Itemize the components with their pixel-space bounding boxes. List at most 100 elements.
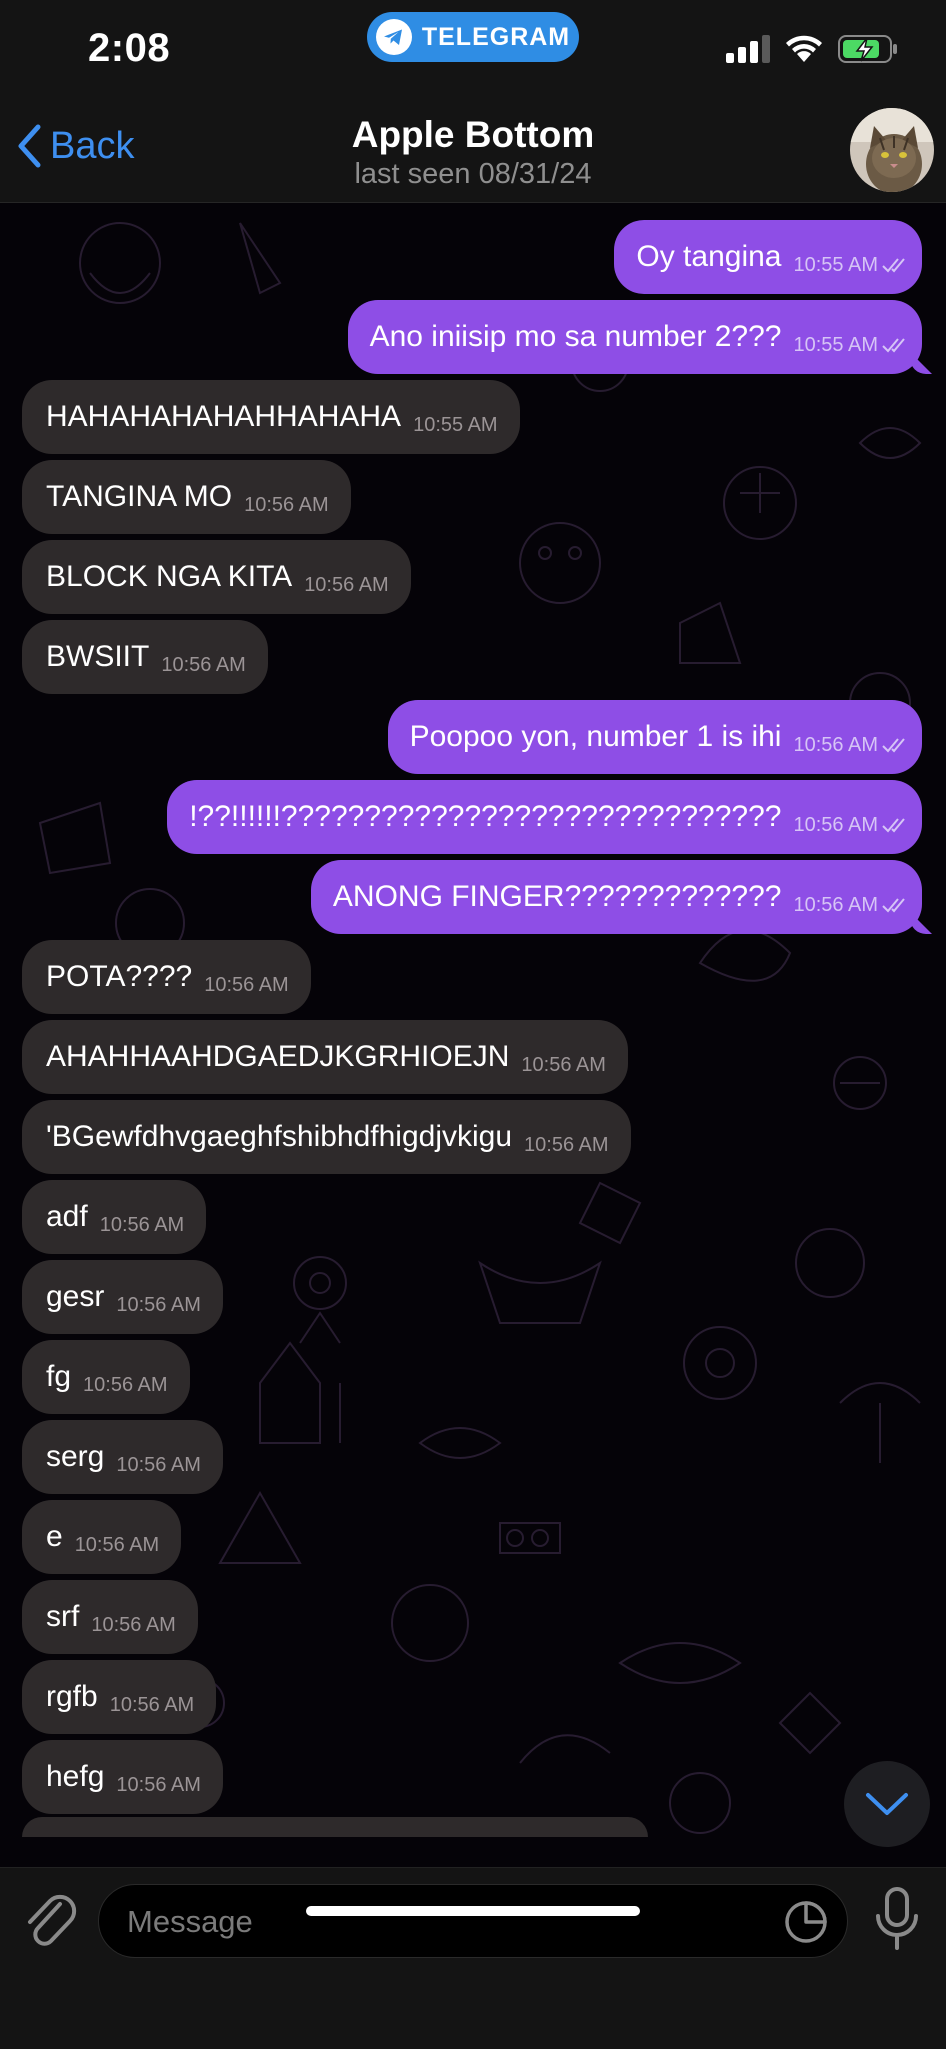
message-time: 10:56 AM [99, 1213, 185, 1236]
outgoing-message[interactable]: Oy tangina 10:55 AM [614, 220, 922, 294]
incoming-message[interactable]: gesr 10:56 AM [22, 1260, 223, 1334]
message-text: Oy tangina [636, 240, 782, 273]
message-text: hefg [46, 1760, 105, 1793]
message-row: serg 10:56 AM [0, 1417, 946, 1497]
outgoing-message[interactable]: ANONG FINGER????????????? 10:56 AM [310, 860, 922, 934]
wifi-icon [786, 35, 822, 62]
message-text: BLOCK NGA KITA [46, 560, 293, 593]
incoming-message[interactable]: fg 10:56 AM [22, 1340, 190, 1414]
chevron-down-icon [866, 1793, 908, 1815]
message-time: 10:55 AM [793, 333, 878, 356]
message-text: fg [46, 1360, 72, 1393]
message-time: 10:56 AM [161, 653, 246, 676]
double-check-icon [882, 818, 905, 833]
message-time: 10:56 AM [244, 493, 329, 516]
incoming-message[interactable]: POTA???? 10:56 AM [22, 940, 311, 1014]
message-text: HAHAHAHAHAHHAHAHA [46, 400, 402, 433]
incoming-message[interactable]: TANGINA MO 10:56 AM [22, 460, 351, 534]
double-check-icon [882, 338, 905, 353]
battery-charging-icon [838, 35, 897, 63]
message-row: 'BGewfdhvgaeghfshibhdfhigdjvkigu 10:56 A… [0, 1097, 946, 1177]
sticker-icon[interactable] [783, 1899, 829, 1945]
incoming-message[interactable]: BWSIIT 10:56 AM [22, 620, 268, 694]
message-row: POTA???? 10:56 AM [0, 937, 946, 1017]
message-row: BWSIIT 10:56 AM [0, 617, 946, 697]
outgoing-message[interactable]: Poopoo yon, number 1 is ihi 10:56 AM [387, 700, 922, 774]
message-input[interactable] [125, 1885, 769, 1959]
telegram-badge[interactable]: TELEGRAM [367, 12, 579, 62]
telegram-badge-label: TELEGRAM [421, 22, 571, 51]
message-row: fg 10:56 AM [0, 1337, 946, 1417]
message-input-field[interactable] [98, 1884, 848, 1959]
message-time: 10:55 AM [793, 253, 878, 276]
status-time: 2:08 [88, 26, 171, 70]
incoming-message[interactable]: e 10:56 AM [22, 1500, 182, 1574]
home-indicator[interactable] [306, 1906, 640, 1916]
paperclip-icon[interactable] [22, 1890, 78, 1950]
scroll-to-bottom-button[interactable] [844, 1761, 930, 1847]
chat-area[interactable]: Oy tangina 10:55 AM Ano iniisip mo sa nu… [0, 203, 946, 1867]
chat-title[interactable]: Apple Bottom [0, 114, 946, 156]
message-row: TANGINA MO 10:56 AM [0, 457, 946, 537]
message-text: AHAHHAAHDGAEDJKGRHIOEJN [46, 1040, 510, 1073]
message-row: srf 10:56 AM [0, 1577, 946, 1657]
message-composer [0, 1867, 946, 2049]
message-text: e [46, 1520, 63, 1553]
telegram-plane-icon [375, 19, 412, 55]
message-time: 10:56 AM [793, 733, 878, 756]
message-time: 10:56 AM [793, 813, 878, 836]
outgoing-message[interactable]: Ano iniisip mo sa number 2??? 10:55 AM [347, 300, 922, 374]
message-list: Oy tangina 10:55 AM Ano iniisip mo sa nu… [0, 217, 946, 1867]
message-row: rgfb 10:56 AM [0, 1657, 946, 1737]
message-text: BWSIIT [46, 640, 150, 673]
message-row: gesr 10:56 AM [0, 1257, 946, 1337]
incoming-message-partial[interactable] [22, 1817, 648, 1837]
message-text: srf [46, 1600, 80, 1633]
message-text: adf [46, 1200, 88, 1233]
message-text: serg [46, 1440, 105, 1473]
message-time: 10:56 AM [204, 973, 289, 996]
double-check-icon [882, 258, 905, 273]
message-row: HAHAHAHAHAHHAHAHA 10:55 AM [0, 377, 946, 457]
double-check-icon [882, 898, 905, 913]
incoming-message[interactable]: AHAHHAAHDGAEDJKGRHIOEJN 10:56 AM [22, 1020, 628, 1094]
message-text: 'BGewfdhvgaeghfshibhdfhigdjvkigu [46, 1120, 513, 1153]
cellular-signal-icon [726, 35, 770, 63]
message-row: ANONG FINGER????????????? 10:56 AM [0, 857, 946, 937]
message-row [0, 1817, 946, 1867]
contact-avatar[interactable] [850, 108, 934, 192]
incoming-message[interactable]: serg 10:56 AM [22, 1420, 223, 1494]
message-row: Poopoo yon, number 1 is ihi 10:56 AM [0, 697, 946, 777]
incoming-message[interactable]: adf 10:56 AM [22, 1180, 207, 1254]
message-time: 10:56 AM [116, 1773, 201, 1796]
message-row: Ano iniisip mo sa number 2??? 10:55 AM [0, 297, 946, 377]
incoming-message[interactable]: hefg 10:56 AM [22, 1740, 223, 1814]
message-time: 10:56 AM [74, 1533, 160, 1556]
incoming-message[interactable]: 'BGewfdhvgaeghfshibhdfhigdjvkigu 10:56 A… [22, 1100, 631, 1174]
outgoing-message[interactable]: !??!!!!!!?????????????????????????????? … [167, 780, 922, 854]
message-row: AHAHHAAHDGAEDJKGRHIOEJN 10:56 AM [0, 1017, 946, 1097]
message-text: Ano iniisip mo sa number 2??? [369, 320, 782, 353]
message-row: BLOCK NGA KITA 10:56 AM [0, 537, 946, 617]
incoming-message[interactable]: srf 10:56 AM [22, 1580, 198, 1654]
message-time: 10:56 AM [91, 1613, 176, 1636]
microphone-icon[interactable] [872, 1886, 922, 1952]
system-icons [726, 34, 898, 64]
message-time: 10:56 AM [304, 573, 389, 596]
incoming-message[interactable]: rgfb 10:56 AM [22, 1660, 217, 1734]
incoming-message[interactable]: HAHAHAHAHAHHAHAHA 10:55 AM [22, 380, 520, 454]
last-seen-status: last seen 08/31/24 [354, 158, 592, 190]
message-row: hefg 10:56 AM [0, 1737, 946, 1817]
chat-header: Back Apple Bottom last seen 08/31/24 [0, 100, 946, 203]
incoming-message[interactable]: BLOCK NGA KITA 10:56 AM [22, 540, 411, 614]
message-text: Poopoo yon, number 1 is ihi [409, 720, 782, 753]
message-time: 10:56 AM [521, 1053, 606, 1076]
message-row: Oy tangina 10:55 AM [0, 217, 946, 297]
message-time: 10:56 AM [793, 893, 878, 916]
message-time: 10:56 AM [109, 1693, 195, 1716]
status-bar: 2:08 TELEGRAM [0, 0, 946, 100]
message-text: !??!!!!!!?????????????????????????????? [189, 800, 782, 833]
message-text: rgfb [46, 1680, 98, 1713]
message-time: 10:56 AM [524, 1133, 609, 1156]
message-time: 10:55 AM [413, 413, 498, 436]
